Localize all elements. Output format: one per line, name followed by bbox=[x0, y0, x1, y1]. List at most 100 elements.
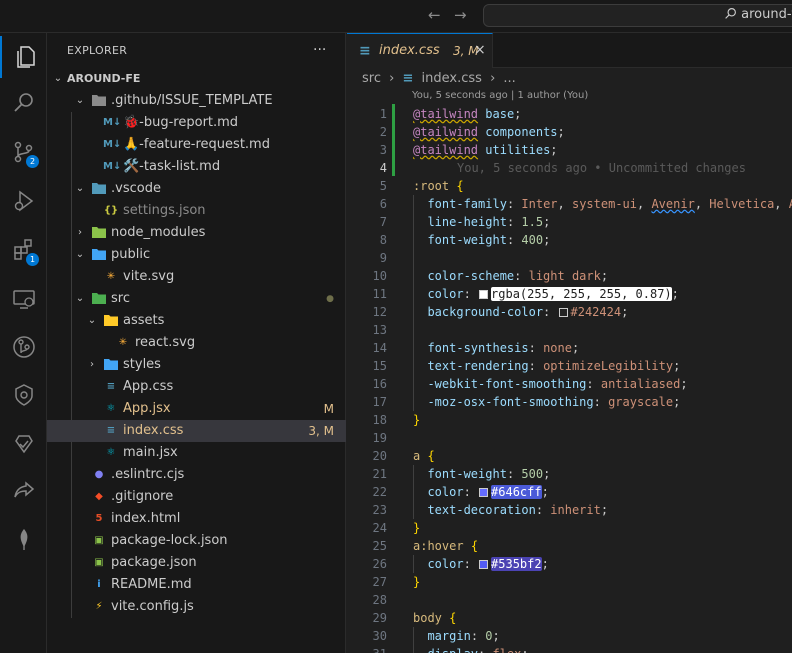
folder-item[interactable]: ⌄ public bbox=[47, 244, 346, 266]
file-item[interactable]: ✳ react.svg bbox=[47, 332, 346, 354]
file-item[interactable]: ● .eslintrc.cjs bbox=[47, 464, 346, 486]
tree-item-label: vite.svg bbox=[123, 269, 175, 284]
code-editor[interactable]: You, 5 seconds ago | 1 author (You) 1 @ta… bbox=[347, 88, 792, 653]
activity-share[interactable] bbox=[0, 470, 47, 512]
breadcrumb-file[interactable]: index.css bbox=[422, 71, 482, 86]
line-number: 24 bbox=[372, 521, 387, 535]
close-icon[interactable]: × bbox=[474, 42, 486, 58]
file-item[interactable]: i README.md bbox=[47, 574, 346, 596]
folder-icon bbox=[103, 357, 119, 373]
tree-item-label: .github/ISSUE_TEMPLATE bbox=[111, 93, 273, 108]
breadcrumb-separator: › bbox=[389, 71, 395, 86]
workspace-root-label: AROUND-FE bbox=[67, 72, 141, 85]
git-status-badge: M bbox=[323, 402, 334, 416]
activity-source-control[interactable]: 2 bbox=[0, 131, 47, 173]
tab-index-css[interactable]: ≡ index.css 3, M × bbox=[347, 33, 493, 68]
file-item[interactable]: ≡ App.css bbox=[47, 376, 346, 398]
breadcrumb-src[interactable]: src bbox=[362, 71, 381, 86]
explorer-sidebar: EXPLORER ... ⌄ AROUND-FE ⌄ .github/ISSUE_… bbox=[47, 33, 346, 653]
css-file-icon: ≡ bbox=[106, 425, 116, 436]
line-number: 17 bbox=[372, 395, 387, 409]
eslint-file-icon: ● bbox=[94, 469, 104, 480]
code-line: color: #646cff; bbox=[427, 485, 549, 499]
line-number: 23 bbox=[372, 503, 387, 517]
chevron-down-icon: ⌄ bbox=[87, 315, 97, 326]
code-line: -moz-osx-font-smoothing: grayscale; bbox=[427, 395, 681, 409]
file-item[interactable]: {} settings.json bbox=[47, 200, 346, 222]
tree-item-label: .vscode bbox=[111, 181, 161, 196]
activity-run-debug[interactable] bbox=[0, 180, 47, 222]
tree-item-label: index.html bbox=[111, 511, 181, 526]
tree-item-label: index.css bbox=[123, 423, 184, 438]
activity-gitlens[interactable] bbox=[0, 326, 47, 368]
tree-item-label: vite.config.js bbox=[111, 599, 194, 614]
folder-item[interactable]: › node_modules bbox=[47, 222, 346, 244]
activity-search[interactable] bbox=[0, 82, 47, 124]
folder-item[interactable]: ⌄ assets bbox=[47, 310, 346, 332]
code-line: a:hover { bbox=[413, 539, 479, 553]
tree-item-label: App.jsx bbox=[123, 401, 171, 416]
activity-git-graph[interactable] bbox=[0, 374, 47, 416]
folder-item[interactable]: ⌄ .github/ISSUE_TEMPLATE bbox=[47, 90, 346, 112]
codelens-authors[interactable]: You, 5 seconds ago | 1 author (You) bbox=[412, 90, 588, 101]
file-item[interactable]: ▣ package-lock.json bbox=[47, 530, 346, 552]
command-center-label: around-f bbox=[724, 7, 792, 22]
tree-item-label: .gitignore bbox=[111, 489, 174, 504]
activity-remote-explorer[interactable] bbox=[0, 278, 47, 320]
file-item[interactable]: ⚛ App.jsx M bbox=[47, 398, 346, 420]
code-line: text-decoration: inherit; bbox=[427, 503, 609, 517]
activity-bar: 2 1 bbox=[0, 33, 47, 653]
file-item[interactable]: 5 index.html bbox=[47, 508, 346, 530]
line-number: 3 bbox=[379, 143, 387, 157]
tree-item-label: App.css bbox=[123, 379, 174, 394]
command-center-search[interactable]: around-f bbox=[483, 4, 792, 27]
line-number: 13 bbox=[372, 323, 387, 337]
extensions-badge: 1 bbox=[26, 253, 39, 266]
md-file-icon: M↓ bbox=[103, 117, 122, 128]
tree-item-label: .eslintrc.cjs bbox=[111, 467, 185, 482]
file-item[interactable]: ▣ package.json bbox=[47, 552, 346, 574]
forward-arrow-icon[interactable]: → bbox=[454, 6, 467, 24]
code-line: } bbox=[413, 413, 421, 427]
line-number: 8 bbox=[379, 233, 387, 247]
folder-item[interactable]: › styles bbox=[47, 354, 346, 376]
folder-item[interactable]: ⌄ .vscode bbox=[47, 178, 346, 200]
code-line: -webkit-font-smoothing: antialiased; bbox=[427, 377, 688, 391]
tree-item-label: styles bbox=[123, 357, 161, 372]
svg-file-icon: ✳ bbox=[118, 337, 128, 348]
file-item[interactable]: ≡ index.css 3, M bbox=[47, 420, 346, 442]
folder-item[interactable]: ⌄ src ● bbox=[47, 288, 346, 310]
file-item[interactable]: M↓ 🐞-bug-report.md bbox=[47, 112, 346, 134]
activity-explorer[interactable] bbox=[0, 36, 47, 78]
search-icon bbox=[725, 8, 736, 19]
workspace-root[interactable]: ⌄ AROUND-FE bbox=[47, 68, 346, 90]
editor-tabs: ≡ index.css 3, M × bbox=[347, 33, 792, 68]
activity-mongodb[interactable] bbox=[0, 518, 47, 560]
breadcrumb-symbol[interactable]: ... bbox=[503, 71, 515, 86]
more-actions-icon[interactable]: ... bbox=[313, 38, 326, 54]
inline-blame: You, 5 seconds ago • Uncommitted changes bbox=[457, 161, 746, 175]
file-item[interactable]: ⚡ vite.config.js bbox=[47, 596, 346, 618]
activity-testing[interactable] bbox=[0, 422, 47, 464]
chevron-right-icon: › bbox=[78, 227, 82, 238]
folder-open-icon bbox=[103, 313, 119, 329]
file-item[interactable]: ✳ vite.svg bbox=[47, 266, 346, 288]
code-line: } bbox=[413, 575, 421, 589]
command-center-text: around-f bbox=[741, 7, 792, 22]
file-item[interactable]: ⚛ main.jsx bbox=[47, 442, 346, 464]
file-item[interactable]: M↓ 🛠️-task-list.md bbox=[47, 156, 346, 178]
code-line: :root { bbox=[413, 179, 464, 193]
back-arrow-icon[interactable]: ← bbox=[428, 6, 441, 24]
info-file-icon: i bbox=[97, 579, 101, 590]
file-item[interactable]: ◆ .gitignore bbox=[47, 486, 346, 508]
md-file-icon: M↓ bbox=[103, 139, 122, 150]
line-number: 19 bbox=[372, 431, 387, 445]
activity-extensions[interactable]: 1 bbox=[0, 229, 47, 271]
share-icon bbox=[14, 481, 35, 498]
chevron-down-icon: ⌄ bbox=[53, 73, 63, 84]
file-item[interactable]: M↓ 🙏-feature-request.md bbox=[47, 134, 346, 156]
tree-item-label: public bbox=[111, 247, 151, 262]
md-file-icon: M↓ bbox=[103, 161, 122, 172]
code-line: font-synthesis: none; bbox=[427, 341, 580, 355]
line-number: 7 bbox=[379, 215, 387, 229]
